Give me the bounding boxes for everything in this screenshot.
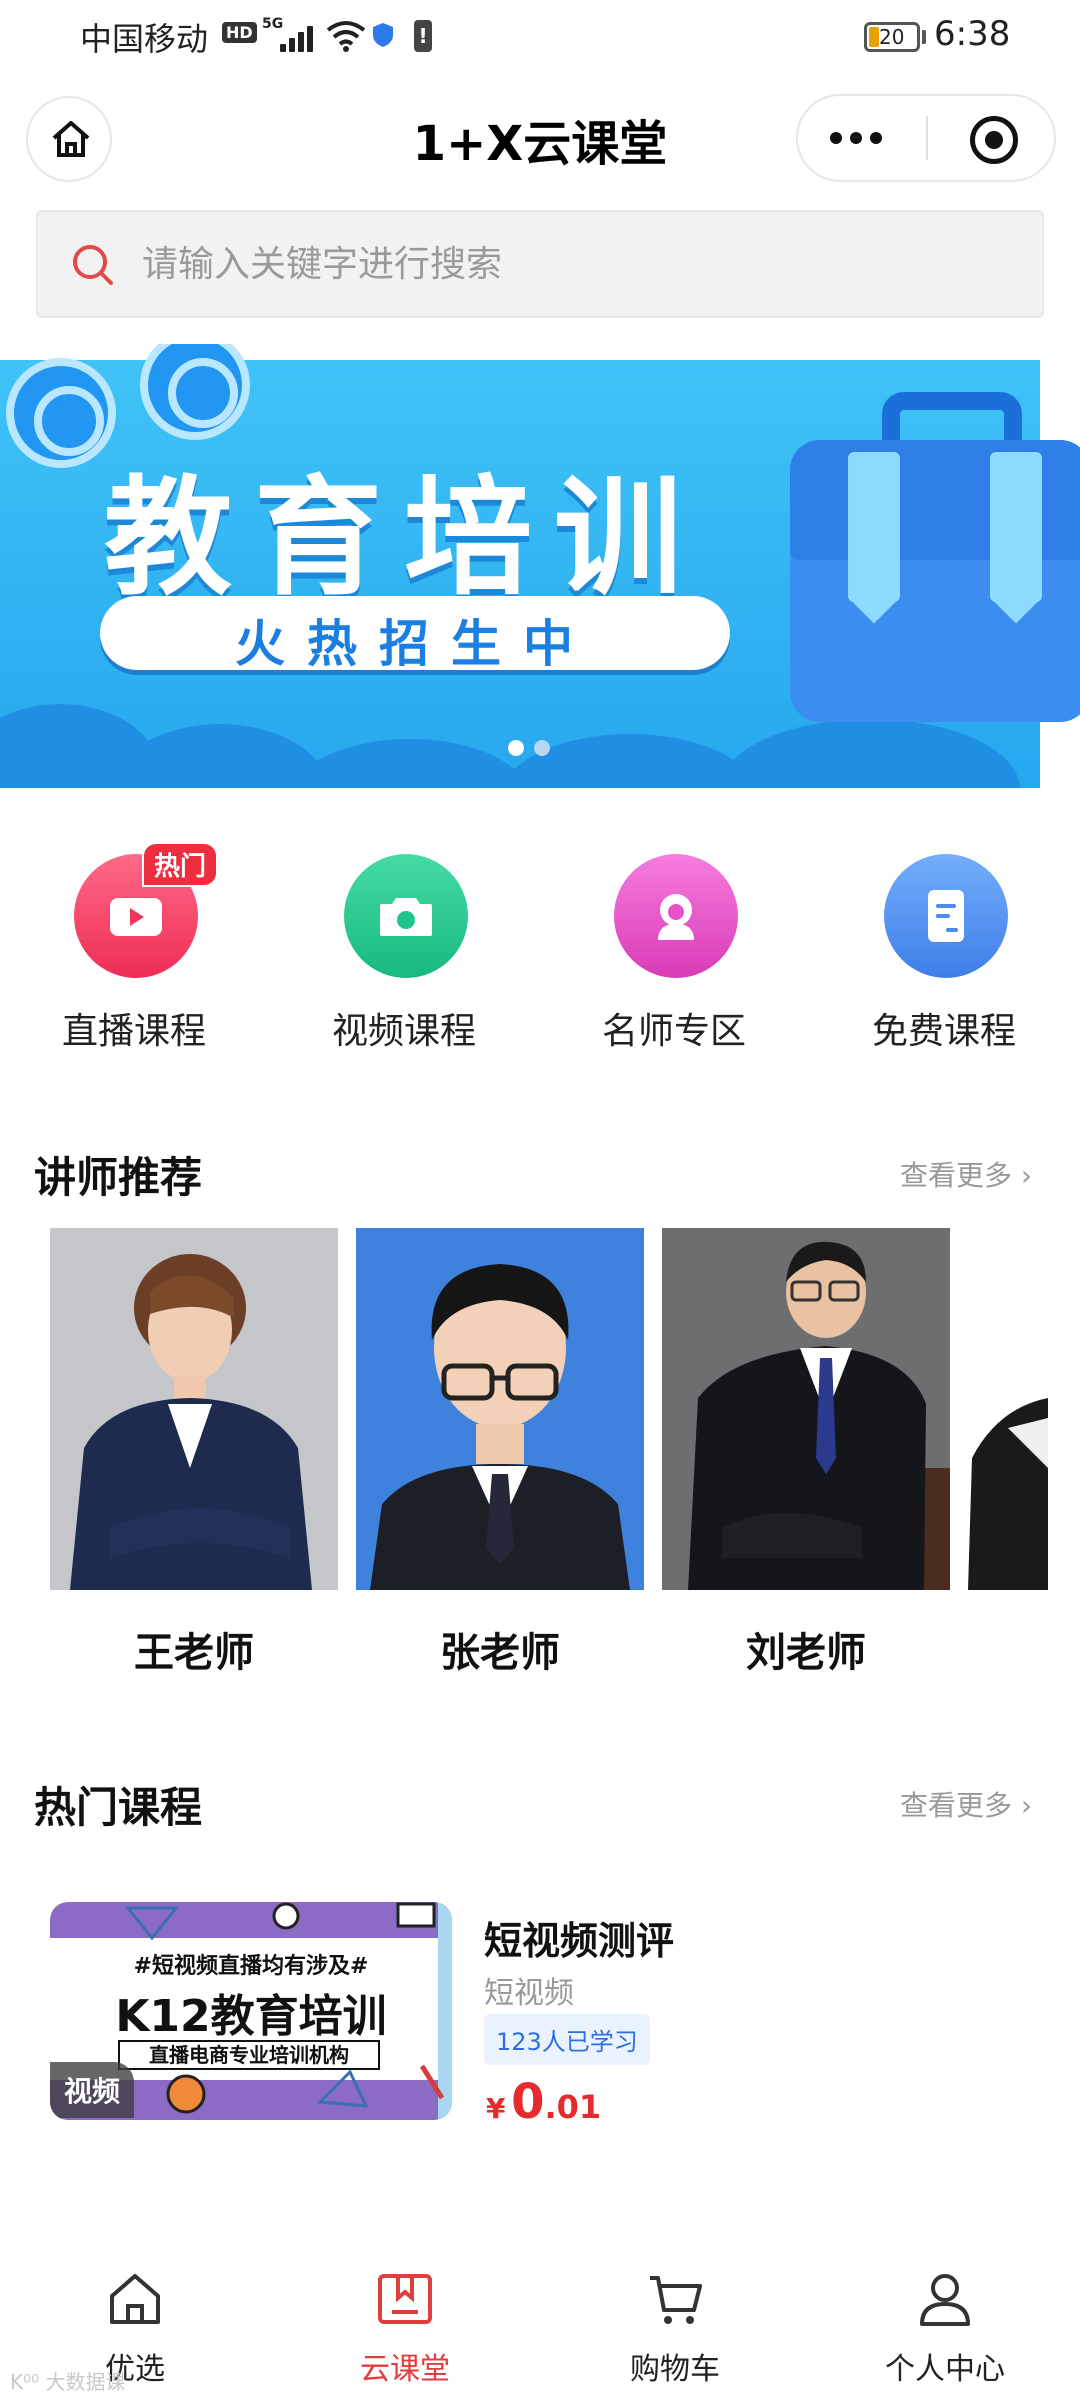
courses-section-title: 热门课程: [34, 1783, 203, 1832]
camera-icon: [344, 854, 468, 978]
clock: 6:38: [934, 14, 1011, 54]
carousel-dot: [534, 740, 550, 756]
swirl-decoration: [6, 358, 116, 468]
course-category: 短视频: [484, 1976, 574, 2011]
tab-label: 个人中心: [885, 2352, 1005, 2387]
teacher-photo: [662, 1228, 950, 1590]
category-label: 视频课程: [331, 1011, 476, 1052]
thumbnail-tagline: #短视频直播均有涉及#: [133, 1954, 369, 1979]
courses-more-link[interactable]: 查看更多 ›: [900, 1784, 1032, 1824]
category-free-courses[interactable]: 免费课程: [834, 846, 1054, 1066]
price-decimal: .01: [544, 2088, 602, 2126]
bookmark-book-icon: [378, 2274, 432, 2324]
person-icon: [920, 2274, 970, 2326]
banner-pill: 火热招生中: [100, 596, 730, 673]
teacher-photo: [50, 1228, 338, 1590]
tab-cart[interactable]: 购物车: [540, 2244, 810, 2400]
thumbnail-headline: K12教育培训: [115, 1991, 387, 2042]
watermark: K⁰⁰ 大数据课: [10, 2370, 126, 2394]
category-video-courses[interactable]: 视频课程: [294, 846, 514, 1066]
search-icon: [73, 245, 113, 285]
tab-label: 购物车: [630, 2352, 720, 2387]
hot-badge: 热门: [142, 842, 219, 887]
bottom-tab-bar: 优选 云课堂 购物车 个人中心: [0, 2244, 1080, 2400]
chevron-right-icon: ›: [1012, 1789, 1033, 1822]
teacher-carousel[interactable]: 王老师 张老师 刘老师: [0, 1228, 1080, 1708]
more-dots-icon[interactable]: [830, 122, 890, 154]
wifi-icon: [326, 21, 366, 52]
teacher-photo: [356, 1228, 644, 1590]
document-icon: [884, 854, 1008, 978]
banner-subtitle: 火热招生中: [235, 615, 595, 673]
course-thumbnail: #短视频直播均有涉及# K12教育培训 直播电商专业培训机构 视频: [50, 1902, 452, 2120]
category-label: 直播课程: [61, 1011, 206, 1052]
teacher-card[interactable]: 张老师: [356, 1228, 644, 1708]
tab-profile[interactable]: 个人中心: [810, 2244, 1080, 2400]
target-close-icon[interactable]: [970, 116, 1018, 164]
tab-cloud-classroom[interactable]: 云课堂: [270, 2244, 540, 2400]
course-card[interactable]: #短视频直播均有涉及# K12教育培训 直播电商专业培训机构 视频 短视频测评 …: [50, 1902, 1040, 2132]
teacher-name: 王老师: [134, 1630, 254, 1676]
category-label: 名师专区: [601, 1011, 746, 1052]
course-title: 短视频测评: [484, 1919, 675, 1963]
price-integer: 0: [511, 2074, 545, 2130]
currency-symbol: ¥: [486, 2092, 506, 2125]
status-bar: 中国移动 HD 5G ! 20 6:38: [0, 0, 1080, 76]
carrier-name: 中国移动: [80, 20, 209, 58]
teacher-card[interactable]: 王老师: [50, 1228, 338, 1708]
video-tag: 视频: [50, 2062, 135, 2118]
shield-icon: [373, 23, 393, 47]
search-bar[interactable]: [36, 210, 1044, 318]
learners-badge: 123人已学习: [484, 2014, 650, 2065]
battery-level: 20: [879, 25, 905, 49]
cart-icon: [650, 2276, 702, 2324]
chevron-right-icon: ›: [1012, 1159, 1033, 1192]
teacher-card[interactable]: 刘老师: [662, 1228, 950, 1708]
home-icon: [110, 2274, 160, 2324]
alert-icon: !: [414, 20, 432, 52]
category-live-courses[interactable]: 热门 直播课程: [24, 842, 244, 1066]
teacher-photo: [968, 1228, 1048, 1590]
carousel-dot-active: [508, 740, 524, 756]
category-label: 免费课程: [871, 1011, 1016, 1052]
miniprogram-capsule: [796, 94, 1056, 182]
schoolbag-illustration: [790, 392, 1080, 722]
tab-label: 云课堂: [360, 2352, 450, 2387]
category-grid: 热门 直播课程 视频课程 名师专区 免费课程: [0, 842, 1080, 1066]
teacher-card[interactable]: [968, 1228, 1048, 1708]
banner-title: 教育培训: [104, 464, 705, 613]
search-input[interactable]: [142, 234, 1002, 294]
teachers-section-title: 讲师推荐: [34, 1153, 203, 1202]
banner-carousel[interactable]: 教育培训 火热招生中: [0, 344, 1080, 788]
category-famous-teachers[interactable]: 名师专区: [564, 846, 784, 1066]
carousel-indicator: [508, 740, 568, 760]
course-price: ¥ 0.01: [486, 2074, 601, 2130]
signal-icon: [280, 24, 316, 52]
battery-icon: 20: [864, 22, 920, 52]
teacher-name: 刘老师: [746, 1630, 866, 1676]
teacher-icon: [614, 854, 738, 978]
teachers-more-link[interactable]: 查看更多 ›: [900, 1154, 1032, 1194]
battery-tip: [922, 30, 926, 44]
nav-header: 1+X云课堂: [0, 76, 1080, 196]
thumbnail-subline: 直播电商专业培训机构: [118, 2040, 380, 2070]
hd-badge: HD: [222, 22, 257, 43]
teacher-name: 张老师: [440, 1630, 560, 1676]
capsule-divider: [926, 116, 928, 160]
